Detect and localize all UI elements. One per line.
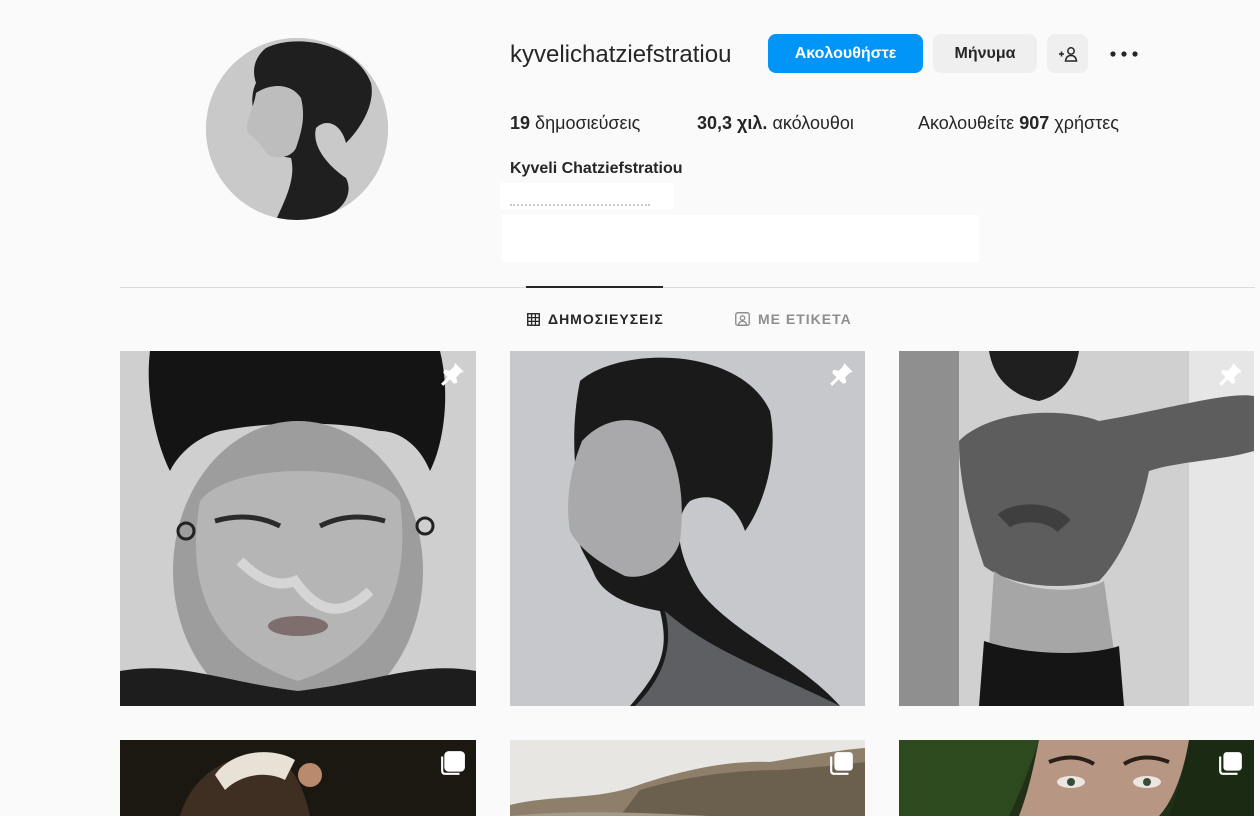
redacted-bio-block <box>502 215 979 262</box>
message-button[interactable]: Μήνυμα <box>933 34 1037 73</box>
posts-label: δημοσιεύσεις <box>535 113 641 133</box>
suggest-users-button[interactable] <box>1047 34 1088 73</box>
post-tile[interactable] <box>120 740 476 816</box>
post-image <box>120 351 476 706</box>
post-tile[interactable] <box>120 351 476 706</box>
profile-avatar[interactable] <box>206 38 388 220</box>
more-dots-icon <box>1110 50 1138 57</box>
pin-icon <box>830 363 853 386</box>
post-image <box>120 740 476 816</box>
posts-count: 19 <box>510 113 531 133</box>
active-tab-indicator <box>526 286 663 288</box>
tab-tagged-label: ΜΕ ΕΤΙΚΕΤΑ <box>758 311 852 327</box>
post-image <box>899 740 1254 816</box>
tabs-divider <box>120 287 1255 288</box>
follow-button[interactable]: Ακολουθήστε <box>768 34 923 73</box>
add-user-icon <box>1058 46 1077 62</box>
tab-posts[interactable]: ΔΗΜΟΣΙΕΥΣΕΙΣ <box>527 311 664 327</box>
grid-icon <box>527 312 540 326</box>
avatar-image <box>206 38 388 220</box>
carousel-icon <box>1219 752 1242 775</box>
stat-following[interactable]: Ακολουθείτε 907 χρήστες <box>918 111 1119 135</box>
post-tile[interactable] <box>899 351 1254 706</box>
pin-icon <box>1219 363 1242 386</box>
post-tile[interactable] <box>510 740 865 816</box>
profile-username: kyvelichatziefstratiou <box>510 41 732 68</box>
post-image <box>899 351 1254 706</box>
stat-posts: 19 δημοσιεύσεις <box>510 111 640 135</box>
following-prefix: Ακολουθείτε <box>918 113 1015 133</box>
carousel-icon <box>830 752 853 775</box>
post-image <box>510 351 865 706</box>
followers-count: 30,3 χιλ. <box>697 113 768 133</box>
post-image <box>510 740 865 816</box>
following-count: 907 <box>1019 113 1050 133</box>
tab-posts-label: ΔΗΜΟΣΙΕΥΣΕΙΣ <box>548 311 664 327</box>
followers-label: ακόλουθοι <box>772 113 854 133</box>
redacted-bio-line <box>500 183 674 209</box>
stat-followers[interactable]: 30,3 χιλ. ακόλουθοι <box>697 111 854 135</box>
carousel-icon <box>441 751 465 775</box>
tagged-icon <box>735 312 750 326</box>
following-suffix: χρήστες <box>1054 113 1119 133</box>
tab-tagged[interactable]: ΜΕ ΕΤΙΚΕΤΑ <box>735 311 852 327</box>
post-tile[interactable] <box>510 351 865 706</box>
more-options-button[interactable] <box>1104 34 1144 73</box>
profile-full-name: Kyveli Chatziefstratiou <box>510 160 683 177</box>
pin-icon <box>441 363 464 386</box>
post-tile[interactable] <box>899 740 1254 816</box>
